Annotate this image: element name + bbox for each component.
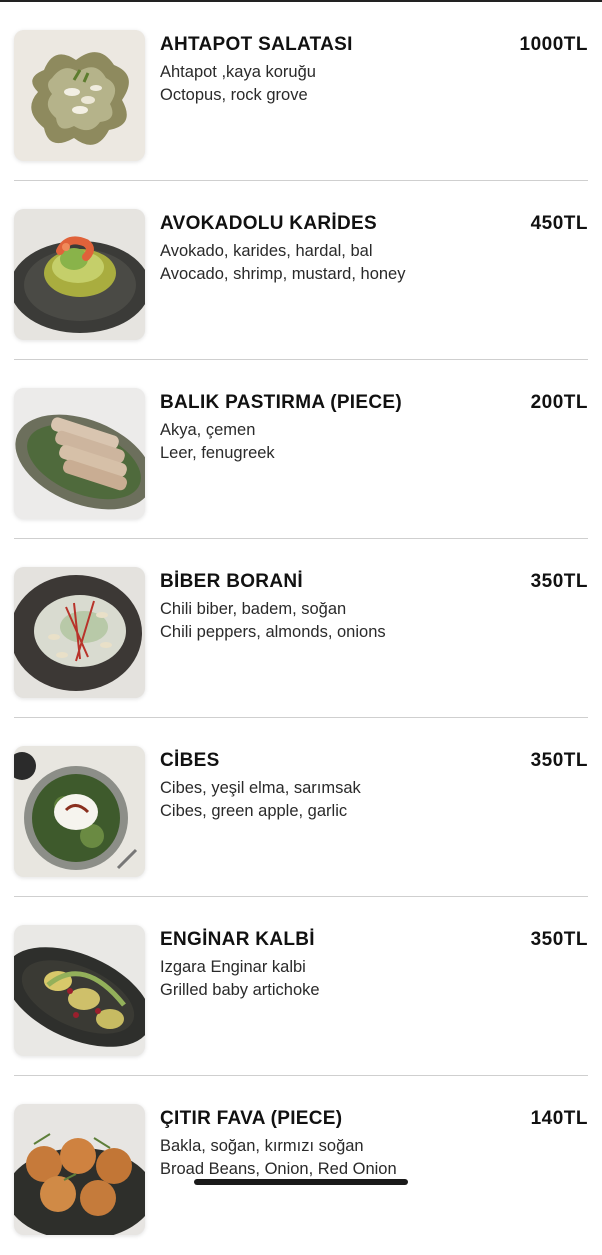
description-turkish: Avokado, karides, hardal, bal (160, 242, 373, 260)
octopus-salad-photo[interactable] (14, 30, 145, 161)
menu-item-citir-fava[interactable]: ÇITIR FAVA (PIECE) 140TL Bakla, soğan, k… (14, 1076, 588, 1255)
item-description: Cibes, yeşil elma, sarımsak Cibes, green… (160, 777, 361, 823)
crispy-fava-photo[interactable] (14, 1104, 145, 1235)
item-description: Akya, çemen Leer, fenugreek (160, 419, 275, 465)
menu-item-avokadolu-karides[interactable]: AVOKADOLU KARİDES 450TL Avokado, karides… (14, 181, 588, 360)
item-price: 1000TL (519, 34, 588, 55)
item-description: Izgara Enginar kalbi Grilled baby artich… (160, 956, 320, 1002)
description-turkish: Ahtapot ,kaya koruğu (160, 63, 316, 81)
home-indicator[interactable] (194, 1179, 408, 1185)
cibes-photo[interactable] (14, 746, 145, 877)
description-turkish: Izgara Enginar kalbi (160, 958, 306, 976)
item-price: 200TL (530, 392, 588, 413)
item-name: CİBES (160, 750, 220, 771)
avocado-shrimp-photo[interactable] (14, 209, 145, 340)
description-english: Cibes, green apple, garlic (160, 802, 348, 820)
description-english: Avocado, shrimp, mustard, honey (160, 265, 406, 283)
description-english: Octopus, rock grove (160, 86, 308, 104)
description-english: Chili peppers, almonds, onions (160, 623, 386, 641)
menu-item-ahtapot-salatasi[interactable]: AHTAPOT SALATASI 1000TL Ahtapot ,kaya ko… (14, 2, 588, 181)
description-english: Broad Beans, Onion, Red Onion (160, 1160, 397, 1178)
menu-item-enginar-kalbi[interactable]: ENGİNAR KALBİ 350TL Izgara Enginar kalbi… (14, 897, 588, 1076)
item-description: Ahtapot ,kaya koruğu Octopus, rock grove (160, 61, 316, 107)
artichoke-heart-photo[interactable] (14, 925, 145, 1056)
item-description: Bakla, soğan, kırmızı soğan Broad Beans,… (160, 1135, 397, 1181)
description-english: Grilled baby artichoke (160, 981, 320, 999)
item-description: Chili biber, badem, soğan Chili peppers,… (160, 598, 386, 644)
description-english: Leer, fenugreek (160, 444, 275, 462)
menu-item-cibes[interactable]: CİBES 350TL Cibes, yeşil elma, sarımsak … (14, 718, 588, 897)
description-turkish: Akya, çemen (160, 421, 256, 439)
item-price: 350TL (530, 750, 588, 771)
description-turkish: Bakla, soğan, kırmızı soğan (160, 1137, 364, 1155)
item-description: Avokado, karides, hardal, bal Avocado, s… (160, 240, 406, 286)
item-price: 140TL (530, 1108, 588, 1129)
item-name: BALIK PASTIRMA (PIECE) (160, 392, 402, 413)
item-price: 350TL (530, 929, 588, 950)
item-name: AHTAPOT SALATASI (160, 34, 353, 55)
description-turkish: Chili biber, badem, soğan (160, 600, 347, 618)
description-turkish: Cibes, yeşil elma, sarımsak (160, 779, 361, 797)
pepper-borani-photo[interactable] (14, 567, 145, 698)
item-name: ÇITIR FAVA (PIECE) (160, 1108, 343, 1129)
menu-item-biber-borani[interactable]: BİBER BORANİ 350TL Chili biber, badem, s… (14, 539, 588, 718)
menu-item-balik-pastirma[interactable]: BALIK PASTIRMA (PIECE) 200TL Akya, çemen… (14, 360, 588, 539)
item-name: BİBER BORANİ (160, 571, 303, 592)
item-name: AVOKADOLU KARİDES (160, 213, 377, 234)
item-price: 350TL (530, 571, 588, 592)
fish-pastrami-photo[interactable] (14, 388, 145, 519)
item-name: ENGİNAR KALBİ (160, 929, 315, 950)
item-price: 450TL (530, 213, 588, 234)
